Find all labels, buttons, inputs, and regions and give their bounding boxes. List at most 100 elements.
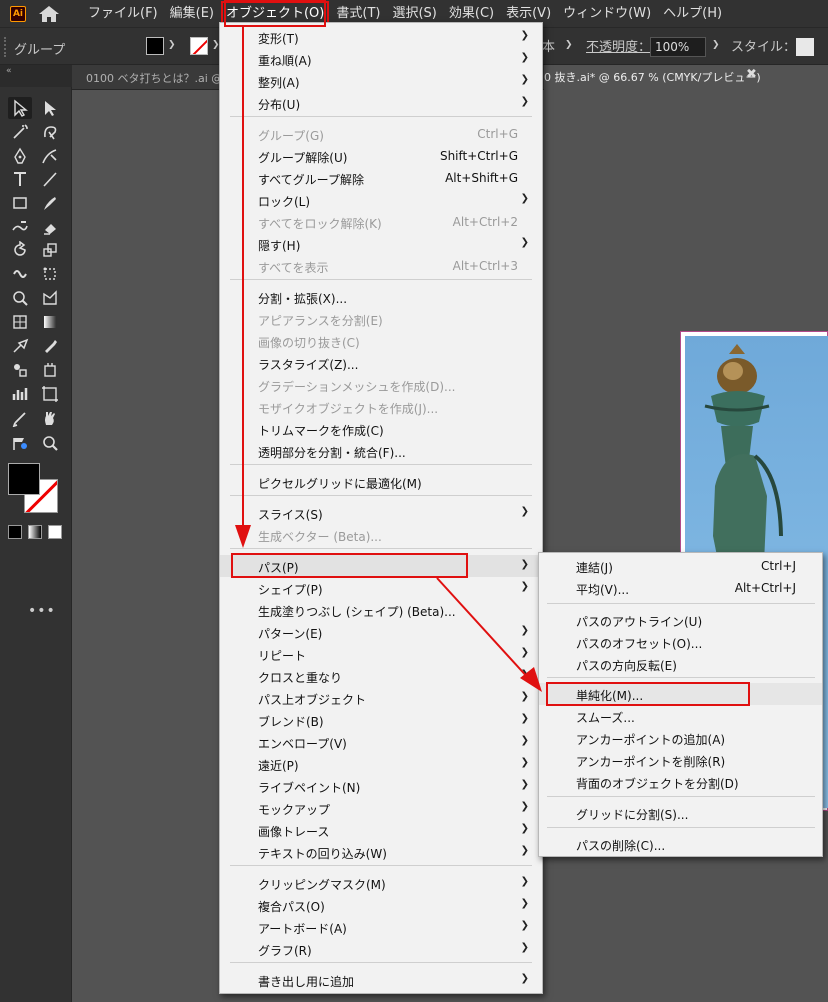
object-menu-item[interactable]: パス上オブジェクト ❯ bbox=[220, 687, 542, 709]
gradient-tool-icon[interactable] bbox=[38, 311, 62, 333]
object-menu-item[interactable]: 分布(U) ❯ bbox=[220, 92, 542, 114]
line-tool-icon[interactable] bbox=[38, 168, 62, 190]
path-submenu-item[interactable]: パスの方向反転(E) bbox=[539, 653, 822, 675]
object-menu-item[interactable]: 書き出し用に追加 ❯ bbox=[220, 969, 542, 991]
object-menu-item[interactable]: クロスと重なり ❯ bbox=[220, 665, 542, 687]
shaper-tool-icon[interactable] bbox=[8, 216, 32, 238]
fill-color-swatch[interactable] bbox=[8, 463, 40, 495]
menu-window[interactable]: ウィンドウ(W) bbox=[557, 0, 657, 27]
object-menu-item[interactable]: エンベロープ(V) ❯ bbox=[220, 731, 542, 753]
pencil-tool-icon[interactable] bbox=[8, 407, 32, 429]
object-menu-item[interactable]: ブレンド(B) ❯ bbox=[220, 709, 542, 731]
eyedropper-tool-icon[interactable] bbox=[38, 335, 62, 357]
object-menu-item[interactable]: グループ解除(U) Shift+Ctrl+G bbox=[220, 145, 542, 167]
fill-swatch[interactable] bbox=[146, 37, 164, 55]
rotate-tool-icon[interactable] bbox=[8, 239, 32, 261]
pen-tool-icon[interactable] bbox=[8, 145, 32, 167]
artboard-tool-icon[interactable] bbox=[38, 359, 62, 381]
more-tools-icon[interactable]: ••• bbox=[28, 603, 56, 619]
selection-tool-icon[interactable] bbox=[8, 97, 32, 119]
object-menu-item[interactable]: ライブペイント(N) ❯ bbox=[220, 775, 542, 797]
object-menu-item[interactable]: リピート ❯ bbox=[220, 643, 542, 665]
paintbrush-tool-icon[interactable] bbox=[38, 192, 62, 214]
object-menu-item[interactable]: 整列(A) ❯ bbox=[220, 70, 542, 92]
path-submenu-item[interactable]: アンカーポイントを削除(R) bbox=[539, 749, 822, 771]
column-graph-tool-icon[interactable] bbox=[8, 383, 32, 405]
object-menu-item[interactable]: スライス(S) ❯ bbox=[220, 502, 542, 524]
object-menu-item[interactable]: モックアップ ❯ bbox=[220, 797, 542, 819]
mesh-tool-icon[interactable] bbox=[8, 311, 32, 333]
grip-handle[interactable] bbox=[4, 37, 8, 57]
path-submenu-item[interactable]: アンカーポイントの追加(A) bbox=[539, 727, 822, 749]
zoom-tool-icon[interactable] bbox=[38, 432, 62, 454]
fill-dropdown-icon[interactable]: ❯ bbox=[168, 40, 176, 50]
object-menu-item[interactable]: シェイプ(P) ❯ bbox=[220, 577, 542, 599]
perspective-grid-tool-icon[interactable] bbox=[38, 287, 62, 309]
object-menu-item[interactable]: 変形(T) ❯ bbox=[220, 26, 542, 48]
eraser-tool-icon[interactable] bbox=[38, 216, 62, 238]
path-submenu-item[interactable]: スムーズ... bbox=[539, 705, 822, 727]
path-submenu-item[interactable]: パスのオフセット(O)... bbox=[539, 631, 822, 653]
close-tab-icon[interactable]: ✖ bbox=[746, 67, 757, 82]
path-submenu-item[interactable]: 連結(J) Ctrl+J bbox=[539, 555, 822, 577]
object-menu-item[interactable]: 隠す(H) ❯ bbox=[220, 233, 542, 255]
rectangle-tool-icon[interactable] bbox=[8, 192, 32, 214]
direct-selection-tool-icon[interactable] bbox=[38, 97, 62, 119]
object-menu-item[interactable]: 画像トレース ❯ bbox=[220, 819, 542, 841]
object-menu-item[interactable]: 複合パス(O) ❯ bbox=[220, 894, 542, 916]
object-menu-item[interactable]: 生成塗りつぶし (シェイプ) (Beta)... bbox=[220, 599, 542, 621]
warp-tool-icon[interactable] bbox=[8, 263, 32, 285]
puppet-warp-tool-icon[interactable] bbox=[8, 432, 32, 454]
path-submenu-item[interactable]: 背面のオブジェクトを分割(D) bbox=[539, 771, 822, 793]
path-submenu-item[interactable]: パスのアウトライン(U) bbox=[539, 609, 822, 631]
object-menu-item[interactable]: 透明部分を分割・統合(F)... bbox=[220, 440, 542, 462]
gradient-mode-swatch[interactable] bbox=[28, 525, 42, 539]
object-menu-item[interactable]: ロック(L) ❯ bbox=[220, 189, 542, 211]
tab-document-2[interactable]: 0 抜き.ai* @ 66.67 % (CMYK/プレビュー) bbox=[544, 65, 828, 90]
artboard-slice-tool-icon[interactable] bbox=[38, 383, 62, 405]
object-menu-item[interactable]: 分割・拡張(X)... bbox=[220, 286, 542, 308]
style-swatch[interactable] bbox=[796, 38, 814, 56]
object-menu-item[interactable]: アートボード(A) ❯ bbox=[220, 916, 542, 938]
none-mode-swatch[interactable] bbox=[48, 525, 62, 539]
color-mode-swatch[interactable] bbox=[8, 525, 22, 539]
object-menu-item[interactable]: ラスタライズ(Z)... bbox=[220, 352, 542, 374]
style-dropdown-icon[interactable]: ❯ bbox=[565, 40, 573, 50]
free-transform-tool-icon[interactable] bbox=[38, 263, 62, 285]
object-menu-item[interactable]: テキストの回り込み(W) ❯ bbox=[220, 841, 542, 863]
object-menu-item[interactable]: ピクセルグリッドに最適化(M) bbox=[220, 471, 542, 493]
home-icon[interactable] bbox=[38, 5, 60, 23]
menu-edit[interactable]: 編集(E) bbox=[164, 0, 220, 27]
tab-document-1[interactable]: 0100 ベタ打ちとは？.ai @ 25 bbox=[86, 70, 240, 86]
object-menu-item[interactable]: すべてグループ解除 Alt+Shift+G bbox=[220, 167, 542, 189]
menu-item-label: 生成ベクター (Beta)... bbox=[258, 530, 382, 544]
opacity-input[interactable]: 100% bbox=[650, 37, 706, 57]
path-submenu-item[interactable]: グリッドに分割(S)... bbox=[539, 802, 822, 824]
submenu-arrow-icon: ❯ bbox=[520, 581, 529, 592]
stroke-swatch[interactable] bbox=[190, 37, 208, 55]
eyedropper-blend-tool-icon[interactable] bbox=[8, 335, 32, 357]
opacity-arrow-icon[interactable]: ❯ bbox=[712, 40, 720, 50]
submenu-arrow-icon: ❯ bbox=[520, 845, 529, 856]
object-menu-item[interactable]: トリムマークを作成(C) bbox=[220, 418, 542, 440]
path-submenu-item[interactable]: パスの削除(C)... bbox=[539, 833, 822, 855]
collapse-icon[interactable]: « bbox=[6, 66, 12, 76]
curvature-tool-icon[interactable] bbox=[38, 145, 62, 167]
object-menu-item[interactable]: パターン(E) ❯ bbox=[220, 621, 542, 643]
shape-builder-tool-icon[interactable] bbox=[8, 287, 32, 309]
menu-help[interactable]: ヘルプ(H) bbox=[657, 0, 728, 27]
magic-wand-tool-icon[interactable] bbox=[8, 121, 32, 143]
type-tool-icon[interactable] bbox=[8, 168, 32, 190]
object-menu-item[interactable]: グラフ(R) ❯ bbox=[220, 938, 542, 960]
lasso-tool-icon[interactable] bbox=[38, 121, 62, 143]
object-menu-item[interactable]: クリッピングマスク(M) ❯ bbox=[220, 872, 542, 894]
menu-file[interactable]: ファイル(F) bbox=[82, 0, 164, 27]
hand-tool-icon[interactable] bbox=[38, 407, 62, 429]
path-submenu-item[interactable]: 平均(V)... Alt+Ctrl+J bbox=[539, 577, 822, 599]
object-menu-item[interactable]: 重ね順(A) ❯ bbox=[220, 48, 542, 70]
panel-header[interactable]: « bbox=[0, 65, 72, 87]
symbol-sprayer-tool-icon[interactable] bbox=[8, 359, 32, 381]
scale-tool-icon[interactable] bbox=[38, 239, 62, 261]
opacity-label[interactable]: 不透明度： bbox=[586, 36, 651, 55]
object-menu-item[interactable]: 遠近(P) ❯ bbox=[220, 753, 542, 775]
